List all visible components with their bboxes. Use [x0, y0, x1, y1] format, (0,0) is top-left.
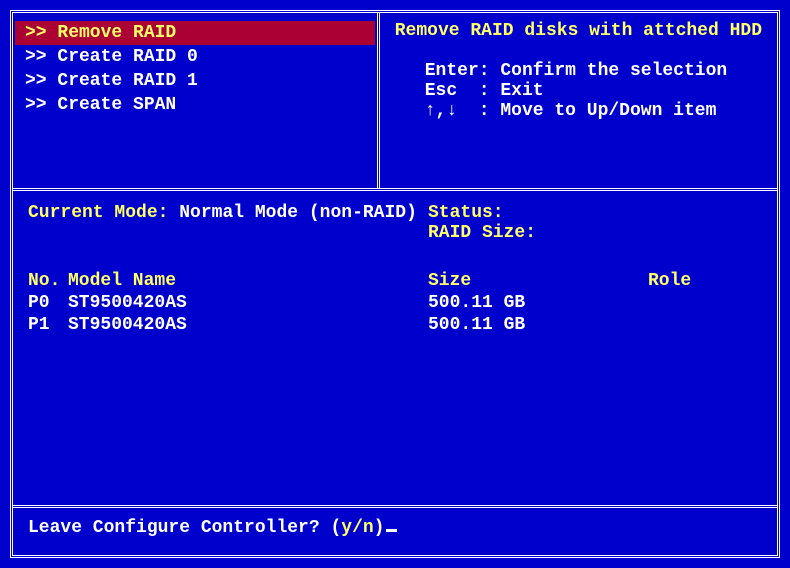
mode-line: Current Mode: Normal Mode (non-RAID)	[28, 203, 428, 223]
disk-model: ST9500420AS	[68, 315, 428, 335]
help-line-arrows: ↑,↓ : Move to Up/Down item	[395, 101, 762, 121]
help-line-esc: Esc : Exit	[395, 81, 762, 101]
disk-role	[648, 293, 762, 313]
menu-item-create-raid-1[interactable]: >> Create RAID 1	[15, 69, 375, 93]
help-line-enter: Enter: Confirm the selection	[395, 61, 762, 81]
header-no: No.	[28, 271, 68, 291]
bios-screen: >> Remove RAID >> Create RAID 0 >> Creat…	[10, 10, 780, 558]
disk-headers: No. Model Name Size Role	[28, 271, 762, 291]
disk-row: P1 ST9500420AS 500.11 GB	[28, 315, 762, 335]
disk-no: P1	[28, 315, 68, 335]
mode-label: Current Mode:	[28, 203, 168, 223]
prompt-yn: y/n	[341, 518, 373, 538]
disk-row: P0 ST9500420AS 500.11 GB	[28, 293, 762, 313]
raid-size-line: RAID Size:	[428, 223, 762, 243]
prompt-prefix: Leave Configure Controller? (	[28, 518, 341, 538]
status-label: Status:	[428, 203, 504, 223]
disk-size: 500.11 GB	[428, 315, 648, 335]
help-title: Remove RAID disks with attched HDD	[395, 21, 762, 41]
menu-item-remove-raid[interactable]: >> Remove RAID	[15, 21, 375, 45]
top-row: >> Remove RAID >> Create RAID 0 >> Creat…	[13, 13, 777, 188]
main-panel: Current Mode: Normal Mode (non-RAID) Sta…	[13, 188, 777, 505]
mode-value: Normal Mode (non-RAID)	[168, 203, 416, 223]
header-model: Model Name	[68, 271, 428, 291]
disk-size: 500.11 GB	[428, 293, 648, 313]
disk-role	[648, 315, 762, 335]
menu-item-create-raid-0[interactable]: >> Create RAID 0	[15, 45, 375, 69]
help-panel: Remove RAID disks with attched HDD Enter…	[380, 13, 777, 188]
disk-no: P0	[28, 293, 68, 313]
status-left: Current Mode: Normal Mode (non-RAID)	[28, 203, 428, 243]
status-block: Current Mode: Normal Mode (non-RAID) Sta…	[28, 203, 762, 243]
menu-panel: >> Remove RAID >> Create RAID 0 >> Creat…	[13, 13, 380, 188]
prompt-panel: Leave Configure Controller? (y/n)	[13, 505, 777, 555]
cursor-icon	[386, 529, 397, 532]
disk-model: ST9500420AS	[68, 293, 428, 313]
status-line: Status:	[428, 203, 762, 223]
prompt-text[interactable]: Leave Configure Controller? (y/n)	[28, 518, 762, 538]
header-role: Role	[648, 271, 762, 291]
menu-item-create-span[interactable]: >> Create SPAN	[15, 93, 375, 117]
prompt-suffix: )	[374, 518, 385, 538]
raid-size-label: RAID Size:	[428, 223, 536, 243]
header-size: Size	[428, 271, 648, 291]
status-right: Status: RAID Size:	[428, 203, 762, 243]
